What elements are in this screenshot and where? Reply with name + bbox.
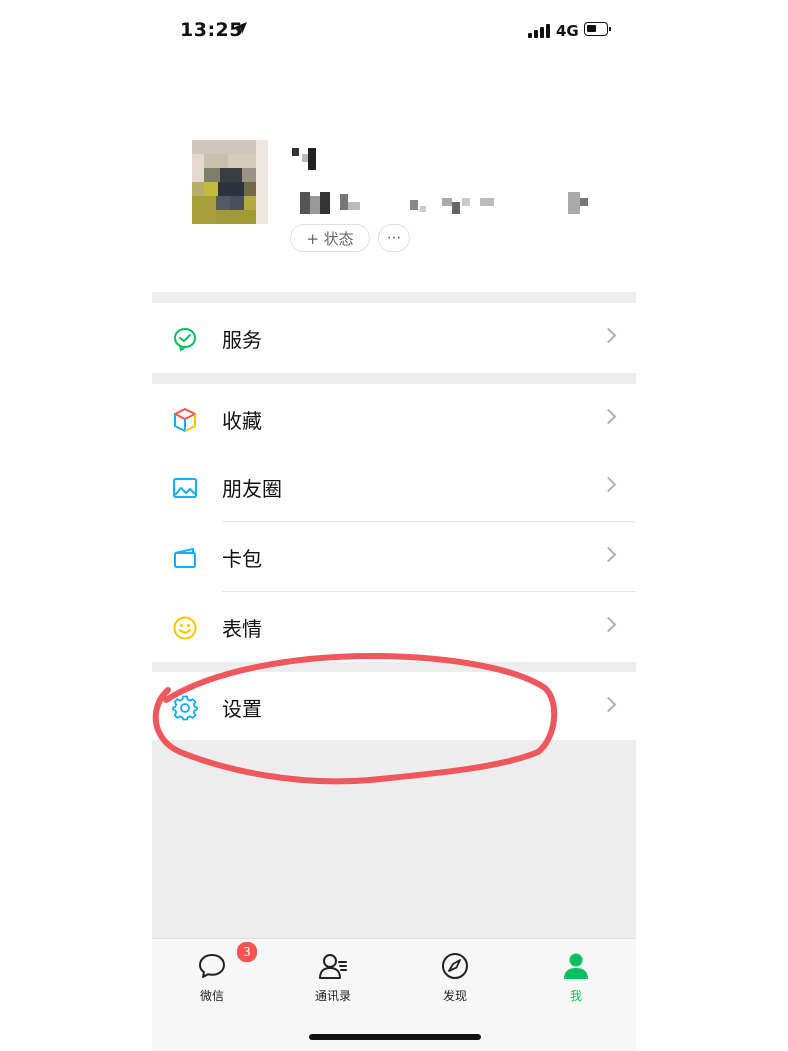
location-arrow-icon	[235, 22, 247, 34]
menu-item-label: 朋友圈	[222, 477, 282, 501]
chevron-right-icon	[600, 408, 617, 425]
nickname-pixelated	[292, 148, 316, 170]
menu-item-stickers[interactable]: 表情	[152, 592, 636, 662]
compass-icon	[442, 953, 468, 979]
chevron-right-icon	[600, 327, 617, 344]
menu-item-label: 收藏	[222, 409, 262, 433]
network-type: 4G	[556, 22, 579, 40]
tab-me[interactable]: 我	[536, 949, 616, 1009]
tab-chats[interactable]: 3 微信	[172, 941, 258, 1009]
chevron-right-icon	[600, 476, 617, 493]
smiley-icon	[173, 616, 197, 640]
tab-contacts[interactable]: 通讯录	[293, 949, 373, 1009]
home-indicator	[309, 1034, 481, 1040]
unread-badge: 3	[236, 941, 258, 963]
menu-item-label: 表情	[222, 617, 262, 641]
tab-discover[interactable]: 发现	[415, 949, 495, 1009]
chevron-right-icon	[600, 696, 617, 713]
menu-item-moments[interactable]: 朋友圈	[152, 452, 636, 522]
menu-item-label: 设置	[222, 697, 262, 721]
tab-label: 发现	[442, 989, 467, 1003]
favorites-cube-icon	[174, 408, 196, 432]
signal-icon	[528, 24, 550, 38]
wallet-card-icon	[174, 548, 196, 568]
empty-background	[152, 740, 636, 938]
battery-icon	[584, 22, 611, 36]
menu-item-service[interactable]: 服务	[152, 303, 636, 373]
section-divider	[152, 662, 636, 672]
chat-bubble-icon	[199, 954, 225, 978]
chevron-right-icon	[600, 616, 617, 633]
menu-item-cards[interactable]: 卡包	[152, 522, 636, 592]
menu-item-settings[interactable]: 设置	[152, 672, 636, 740]
moments-picture-icon	[173, 478, 197, 498]
menu-item-label: 卡包	[222, 547, 262, 571]
avatar[interactable]	[192, 140, 268, 224]
service-icon	[173, 328, 197, 352]
tab-label: 微信	[199, 989, 224, 1003]
person-icon	[564, 953, 588, 979]
wechat-id-pixelated	[300, 192, 588, 214]
add-status-button[interactable]: + 状态	[290, 224, 370, 252]
tab-label: 我	[569, 989, 582, 1003]
status-bar: 13:25 4G	[152, 0, 636, 60]
menu-item-label: 服务	[222, 328, 262, 352]
gear-icon	[172, 695, 198, 721]
more-status-button[interactable]: ···	[378, 224, 410, 252]
wechat-me-screen: 13:25 4G + 状态 ··· 服务 收藏 朋友圈 卡包 表情 设置 3 微…	[152, 0, 636, 1051]
section-divider	[152, 292, 636, 303]
contacts-icon	[319, 954, 347, 979]
menu-item-favorites[interactable]: 收藏	[152, 384, 636, 454]
chevron-right-icon	[600, 546, 617, 563]
section-divider	[152, 373, 636, 384]
tab-label: 通讯录	[314, 989, 351, 1003]
